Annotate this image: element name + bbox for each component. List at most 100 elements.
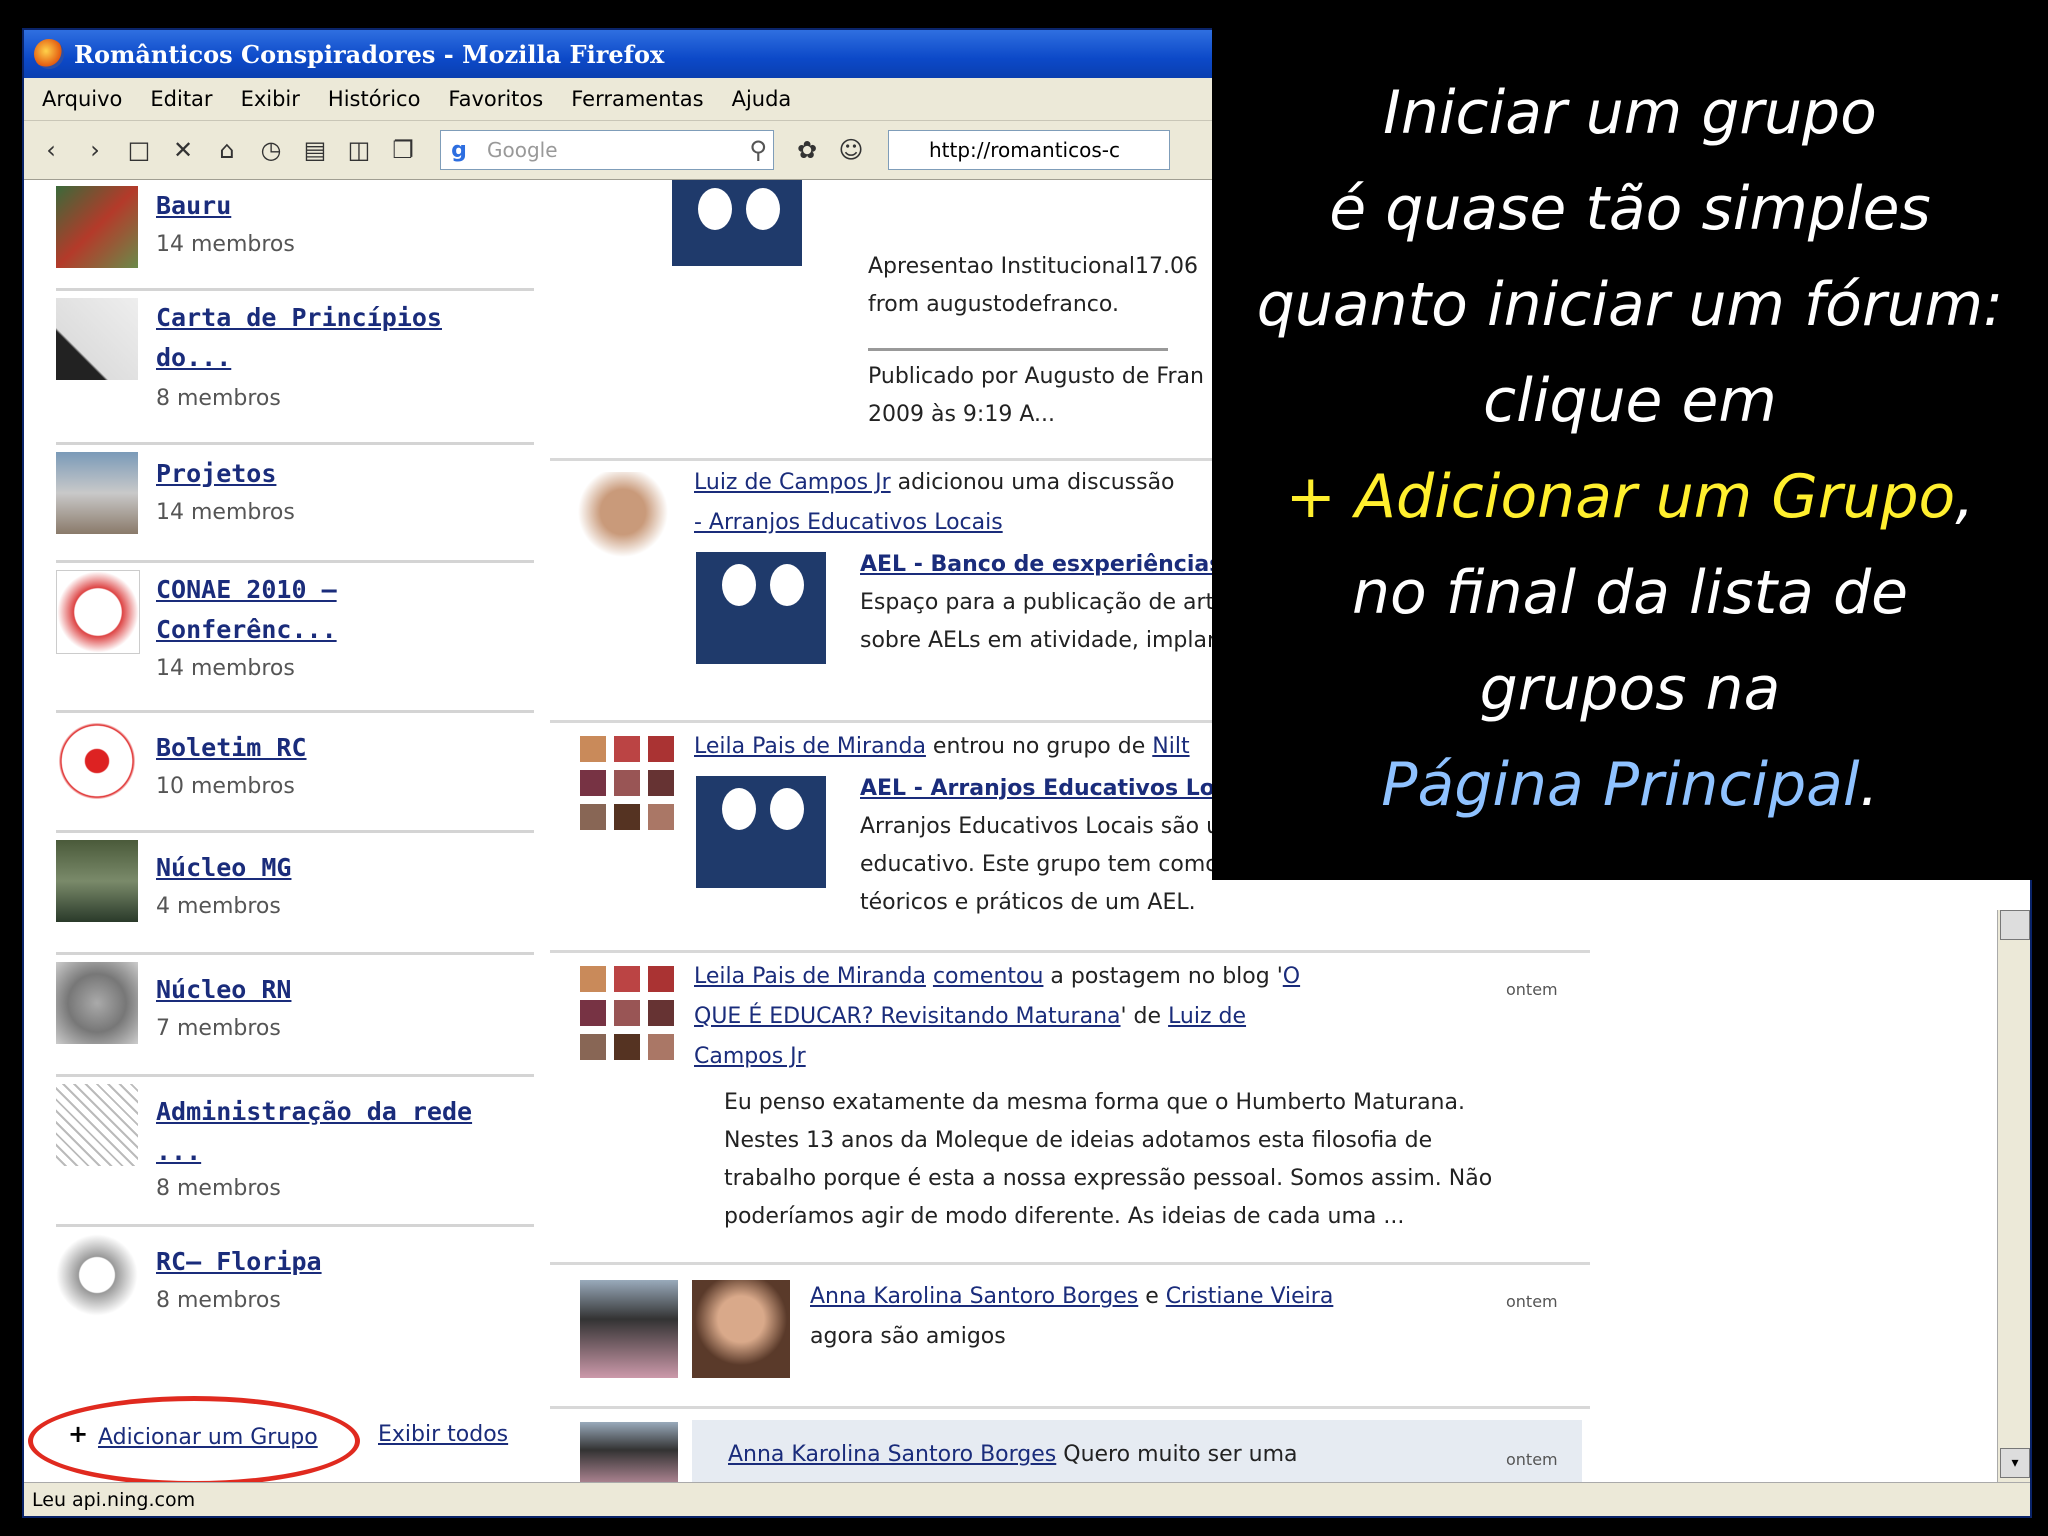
smiley-icon[interactable]: ☺ bbox=[834, 133, 868, 167]
user-link[interactable]: Luiz de Campos Jr bbox=[694, 470, 891, 495]
menu-exibir[interactable]: Exibir bbox=[241, 87, 300, 111]
group-link[interactable]: - Arranjos Educativos Locais bbox=[694, 510, 1003, 535]
user-link[interactable]: Leila Pais de Miranda bbox=[694, 734, 926, 759]
forward-icon[interactable]: › bbox=[78, 133, 112, 167]
group-name[interactable]: CONAE 2010 – bbox=[156, 570, 337, 610]
group-name[interactable]: Projetos bbox=[156, 454, 276, 494]
annotation-line: Página Principal. bbox=[1212, 750, 2048, 820]
group-thumbnail[interactable] bbox=[56, 1234, 138, 1316]
bookmarks-icon[interactable]: ▤ bbox=[298, 133, 332, 167]
annotation-highlight: Página Principal bbox=[1381, 750, 1860, 820]
group-thumbnail[interactable] bbox=[56, 298, 138, 380]
group-thumbnail[interactable] bbox=[56, 1084, 138, 1166]
view-all-link[interactable]: Exibir todos bbox=[378, 1422, 508, 1447]
menu-favoritos[interactable]: Favoritos bbox=[448, 87, 543, 111]
group-name[interactable]: Núcleo RN bbox=[156, 970, 291, 1010]
group-name[interactable]: Administração da rede bbox=[156, 1092, 472, 1132]
comment-link[interactable]: comentou bbox=[933, 964, 1044, 989]
user-link[interactable]: Anna Karolina Santoro Borges bbox=[810, 1284, 1138, 1309]
user-avatar[interactable] bbox=[578, 472, 668, 572]
group-member-count: 8 membros bbox=[156, 1288, 281, 1313]
feed-text: téoricos e práticos de um AEL. bbox=[860, 890, 1196, 915]
search-box[interactable]: g Google ⚲ bbox=[440, 130, 774, 170]
group-name[interactable]: RC– Floripa bbox=[156, 1242, 322, 1282]
feed-text: Arranjos Educativos Locais são u bbox=[860, 814, 1221, 839]
user-link[interactable]: Cristiane Vieira bbox=[1166, 1284, 1334, 1309]
post-link[interactable]: O bbox=[1283, 964, 1300, 989]
copy-icon[interactable]: ❐ bbox=[386, 133, 420, 167]
extension-icon[interactable]: ✿ bbox=[790, 133, 824, 167]
status-bar: Leu api.ning.com bbox=[24, 1482, 2030, 1516]
feed-text: 2009 às 9:19 A... bbox=[868, 402, 1055, 427]
group-thumbnail[interactable] bbox=[56, 720, 138, 802]
search-icon[interactable]: ⚲ bbox=[749, 136, 773, 164]
group-item[interactable]: Projetos 14 membros bbox=[56, 446, 534, 563]
group-thumbnail[interactable] bbox=[56, 452, 138, 534]
print-icon[interactable]: ◫ bbox=[342, 133, 376, 167]
group-item[interactable]: Boletim RC 10 membros bbox=[56, 714, 534, 833]
feed-headline: Leila Pais de Miranda comentou a postage… bbox=[694, 964, 1300, 989]
group-name-cont[interactable]: ... bbox=[156, 1132, 201, 1172]
group-item[interactable]: Núcleo MG 4 membros bbox=[56, 834, 534, 955]
group-thumbnail[interactable] bbox=[56, 962, 138, 1044]
group-member-count: 8 membros bbox=[156, 386, 281, 411]
stop-icon[interactable]: ✕ bbox=[166, 133, 200, 167]
user-avatar[interactable] bbox=[692, 1280, 790, 1378]
quote-text: Nestes 13 anos da Moleque de ideias adot… bbox=[724, 1128, 1433, 1153]
group-link[interactable]: AEL - Arranjos Educativos Locais bbox=[860, 776, 1263, 801]
feed-headline: Anna Karolina Santoro Borges Quero muito… bbox=[728, 1442, 1298, 1467]
menu-editar[interactable]: Editar bbox=[150, 87, 212, 111]
url-field[interactable]: http://romanticos-c bbox=[888, 130, 1170, 170]
group-avatar[interactable] bbox=[696, 776, 826, 888]
group-thumbnail[interactable] bbox=[56, 186, 138, 268]
scroll-thumb[interactable] bbox=[2000, 910, 2030, 940]
group-thumbnail[interactable] bbox=[56, 840, 138, 922]
group-avatar[interactable] bbox=[672, 180, 802, 266]
user-link[interactable]: Nilt bbox=[1152, 734, 1189, 759]
discussion-link[interactable]: AEL - Banco de esxperiências bbox=[860, 552, 1222, 577]
group-item[interactable]: Carta de Princípios do... 8 membros bbox=[56, 292, 534, 445]
vertical-scrollbar[interactable]: ▾ bbox=[1997, 910, 2030, 1486]
group-name-cont[interactable]: do... bbox=[156, 338, 231, 378]
group-item[interactable]: Bauru 14 membros bbox=[56, 180, 534, 291]
user-link[interactable]: Luiz de bbox=[1168, 1004, 1246, 1029]
group-name-cont[interactable]: Conferênc... bbox=[156, 610, 337, 650]
quote-text: poderíamos agir de modo diferente. As id… bbox=[724, 1204, 1405, 1229]
user-link[interactable]: Anna Karolina Santoro Borges bbox=[728, 1442, 1056, 1467]
group-avatar[interactable] bbox=[696, 552, 826, 664]
group-name[interactable]: Carta de Princípios bbox=[156, 298, 442, 338]
user-link[interactable]: Leila Pais de Miranda bbox=[694, 964, 926, 989]
group-item[interactable]: Núcleo RN 7 membros bbox=[56, 956, 534, 1077]
feed-text: Espaço para a publicação de arti bbox=[860, 590, 1221, 615]
menu-ferramentas[interactable]: Ferramentas bbox=[571, 87, 703, 111]
group-item[interactable]: Administração da rede ... 8 membros bbox=[56, 1078, 534, 1227]
group-name[interactable]: Núcleo MG bbox=[156, 848, 291, 888]
highlight-circle bbox=[28, 1396, 360, 1486]
menu-arquivo[interactable]: Arquivo bbox=[42, 87, 122, 111]
group-name[interactable]: Bauru bbox=[156, 186, 231, 226]
user-avatar[interactable] bbox=[580, 1280, 678, 1378]
home-icon[interactable]: ⌂ bbox=[210, 133, 244, 167]
group-name[interactable]: Boletim RC bbox=[156, 728, 307, 768]
annotation-line: + Adicionar um Grupo, bbox=[1212, 462, 2048, 532]
reload-icon[interactable]: □ bbox=[122, 133, 156, 167]
post-link[interactable]: QUE É EDUCAR? Revisitando Maturana bbox=[694, 1004, 1121, 1029]
menu-ajuda[interactable]: Ajuda bbox=[732, 87, 792, 111]
timestamp: ontem bbox=[1506, 1292, 1558, 1311]
group-member-count: 10 membros bbox=[156, 774, 295, 799]
group-member-count: 7 membros bbox=[156, 1016, 281, 1041]
menu-historico[interactable]: Histórico bbox=[328, 87, 421, 111]
user-link[interactable]: Campos Jr bbox=[694, 1044, 806, 1069]
timestamp: ontem bbox=[1506, 1450, 1558, 1469]
history-icon[interactable]: ◷ bbox=[254, 133, 288, 167]
group-item[interactable]: RC– Floripa 8 membros bbox=[56, 1228, 534, 1338]
group-item[interactable]: CONAE 2010 – Conferênc... 14 membros bbox=[56, 564, 534, 713]
scroll-down-icon[interactable]: ▾ bbox=[2000, 1448, 2030, 1478]
divider bbox=[868, 348, 1168, 351]
timestamp: ontem bbox=[1506, 980, 1558, 999]
back-icon[interactable]: ‹ bbox=[34, 133, 68, 167]
firefox-logo-icon bbox=[34, 39, 64, 69]
annotation-highlight: + Adicionar um Grupo bbox=[1285, 462, 1956, 532]
feed-separator bbox=[550, 1406, 1590, 1409]
group-thumbnail[interactable] bbox=[56, 570, 140, 654]
